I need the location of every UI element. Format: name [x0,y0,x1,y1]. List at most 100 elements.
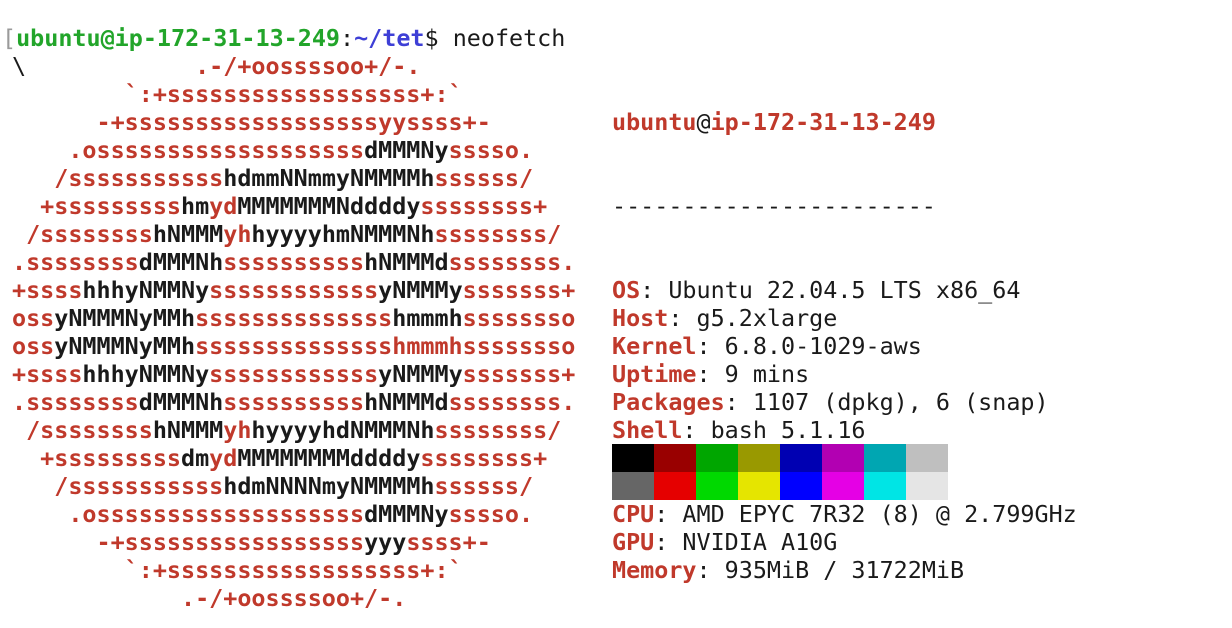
logo-segment: .-/+oossssoo+/-. [12,584,407,612]
logo-segment: hdmmNNmmyNMMMMh [223,164,435,192]
logo-segment: ssssssssss [223,388,365,416]
info-field-value: 1107 (dpkg), 6 (snap) [752,388,1049,416]
info-field-value: bash 5.1.16 [710,416,866,444]
logo-row: +sssshhhyNMMNyssssssssssssyNMMMysssssss+ [12,360,575,388]
logo-segment: hhhyNMMNy [82,360,210,388]
logo-row: `:+ssssssssssssssssss+:` [12,80,575,108]
prompt-symbol: $ [424,24,439,52]
info-field: Shell: bash 5.1.16 [612,416,1077,444]
logo-segment: /ssssssss [12,416,153,444]
info-field-colon: : [640,276,669,304]
color-swatch [906,444,948,472]
logo-segment: yd [209,444,238,472]
logo-segment: MMMMMMMMddddy [237,444,421,472]
logo-segment: yNMMMNyMMh [54,332,196,360]
info-field-colon: : [654,500,683,528]
logo-segment: -+ssssssssssssssssssyyssss+- [12,108,491,136]
color-swatch [780,444,822,472]
color-swatch [864,444,906,472]
logo-segment: oss [12,332,55,360]
prompt-bracket: [ [2,24,17,52]
color-swatch [654,444,696,472]
logo-segment: dMMMNy [364,500,449,528]
logo-segment: `:+ssssssssssssssssss+:` [12,80,463,108]
logo-segment: ssssssssss [223,248,365,276]
logo-segment: +sssssssss [12,444,181,472]
logo-segment: sssssssssssssshmmmhssssssso [195,332,576,360]
logo-segment: sssso. [448,500,534,528]
logo-segment: ssssssss/ [434,416,562,444]
palette-row-bright [612,472,948,500]
logo-segment: yh [223,220,252,248]
info-field-value: g5.2xlarge [696,304,838,332]
info-separator: ----------------------- [612,192,936,220]
logo-segment: -+sssssssssssssssss [12,528,365,556]
logo-segment: hhhyNMMNy [82,276,210,304]
info-field-label: Host [612,304,669,332]
logo-segment: ssssssss. [448,388,576,416]
logo-segment: yNMMMNyMMh [54,304,196,332]
logo-row: /ssssssssssshdmmNNmmyNMMMMhssssss/ [12,164,575,192]
logo-segment: +ssss [12,360,83,388]
logo-row: .ssssssssdMMMNhsssssssssshNMMMdssssssss. [12,388,575,416]
logo-segment: MMMMMMMNddddy [237,192,421,220]
shell-prompt: [ubuntu@ip-172-31-13-249:~/tet$ neofetch [2,24,565,52]
info-field-value: AMD EPYC 7R32 (8) @ 2.799GHz [682,500,1077,528]
logo-segment: hm [181,192,210,220]
prompt-user-host: ubuntu@ip-172-31-13-249 [16,24,340,52]
logo-segment: hyyyyhmNMMMNh [251,220,435,248]
info-field-value: 6.8.0-1029-aws [724,332,922,360]
system-info: ubuntu@ip-172-31-13-249 ----------------… [612,52,1077,612]
logo-segment: dMMMNh [138,388,224,416]
info-field: GPU: NVIDIA A10G [612,528,1077,556]
logo-segment: +ssss [12,276,83,304]
info-field-value: 935MiB / 31722MiB [724,556,965,584]
color-swatch [654,472,696,500]
color-swatch [780,472,822,500]
info-title-host: ip-172-31-13-249 [710,108,936,136]
info-field-colon: : [696,556,725,584]
prompt-colon: : [340,24,355,52]
logo-segment: hNMMMd [364,248,449,276]
logo-row: .-/+oossssoo+/-. [12,584,575,612]
logo-row: \ .-/+oossssoo+/-. [12,52,575,80]
info-field-colon: : [696,360,725,388]
info-field-colon: : [724,388,753,416]
info-field: CPU: AMD EPYC 7R32 (8) @ 2.799GHz [612,500,1077,528]
logo-segment: ssssssso [462,304,576,332]
logo-row: +sssssssssdmydMMMMMMMMddddyssssssss+ [12,444,575,472]
logo-segment: ssssssssssssss [195,304,393,332]
logo-segment: ssssssssssss [209,360,379,388]
logo-segment: oss [12,304,55,332]
info-field-colon: : [668,304,697,332]
info-field: OS: Ubuntu 22.04.5 LTS x86_64 [612,276,1077,304]
logo-row: ossyNMMMNyMMhsssssssssssssshmmmhssssssso [12,332,575,360]
logo-segment: .ssssssss [12,248,139,276]
info-field: Kernel: 6.8.0-1029-aws [612,332,1077,360]
info-title-user: ubuntu [612,108,697,136]
logo-row: .osssssssssssssssssssdMMMNysssso. [12,136,575,164]
logo-segment: .osssssssssssssssssss [12,136,365,164]
logo-segment: ssss+- [406,528,491,556]
logo-segment: yd [209,192,238,220]
info-field: Memory: 935MiB / 31722MiB [612,556,1077,584]
logo-row: .ssssssssdMMMNhsssssssssshNMMMdssssssss. [12,248,575,276]
logo-row: /sssssssshNMMMyhhyyyyhdNMMMNhssssssss/ [12,416,575,444]
color-swatch [822,472,864,500]
info-title-at: @ [696,108,711,136]
info-field-value: 9 mins [724,360,810,388]
logo-segment: dm [181,444,210,472]
info-field-label: Memory [612,556,697,584]
logo-segment: sssssss+ [462,360,576,388]
logo-row: -+sssssssssssssssssyyyssss+- [12,528,575,556]
logo-segment: ssssss/ [434,472,534,500]
info-field-label: OS [612,276,641,304]
logo-segment: hNMMM [152,220,224,248]
logo-segment: ssssssss/ [434,220,562,248]
logo-segment: +sssssssss [12,192,181,220]
info-field-label: GPU [612,528,655,556]
info-field-label: CPU [612,500,655,528]
logo-segment: dMMMNh [138,248,224,276]
logo-segment: .ssssssss [12,388,139,416]
info-field-value: NVIDIA A10G [682,528,838,556]
